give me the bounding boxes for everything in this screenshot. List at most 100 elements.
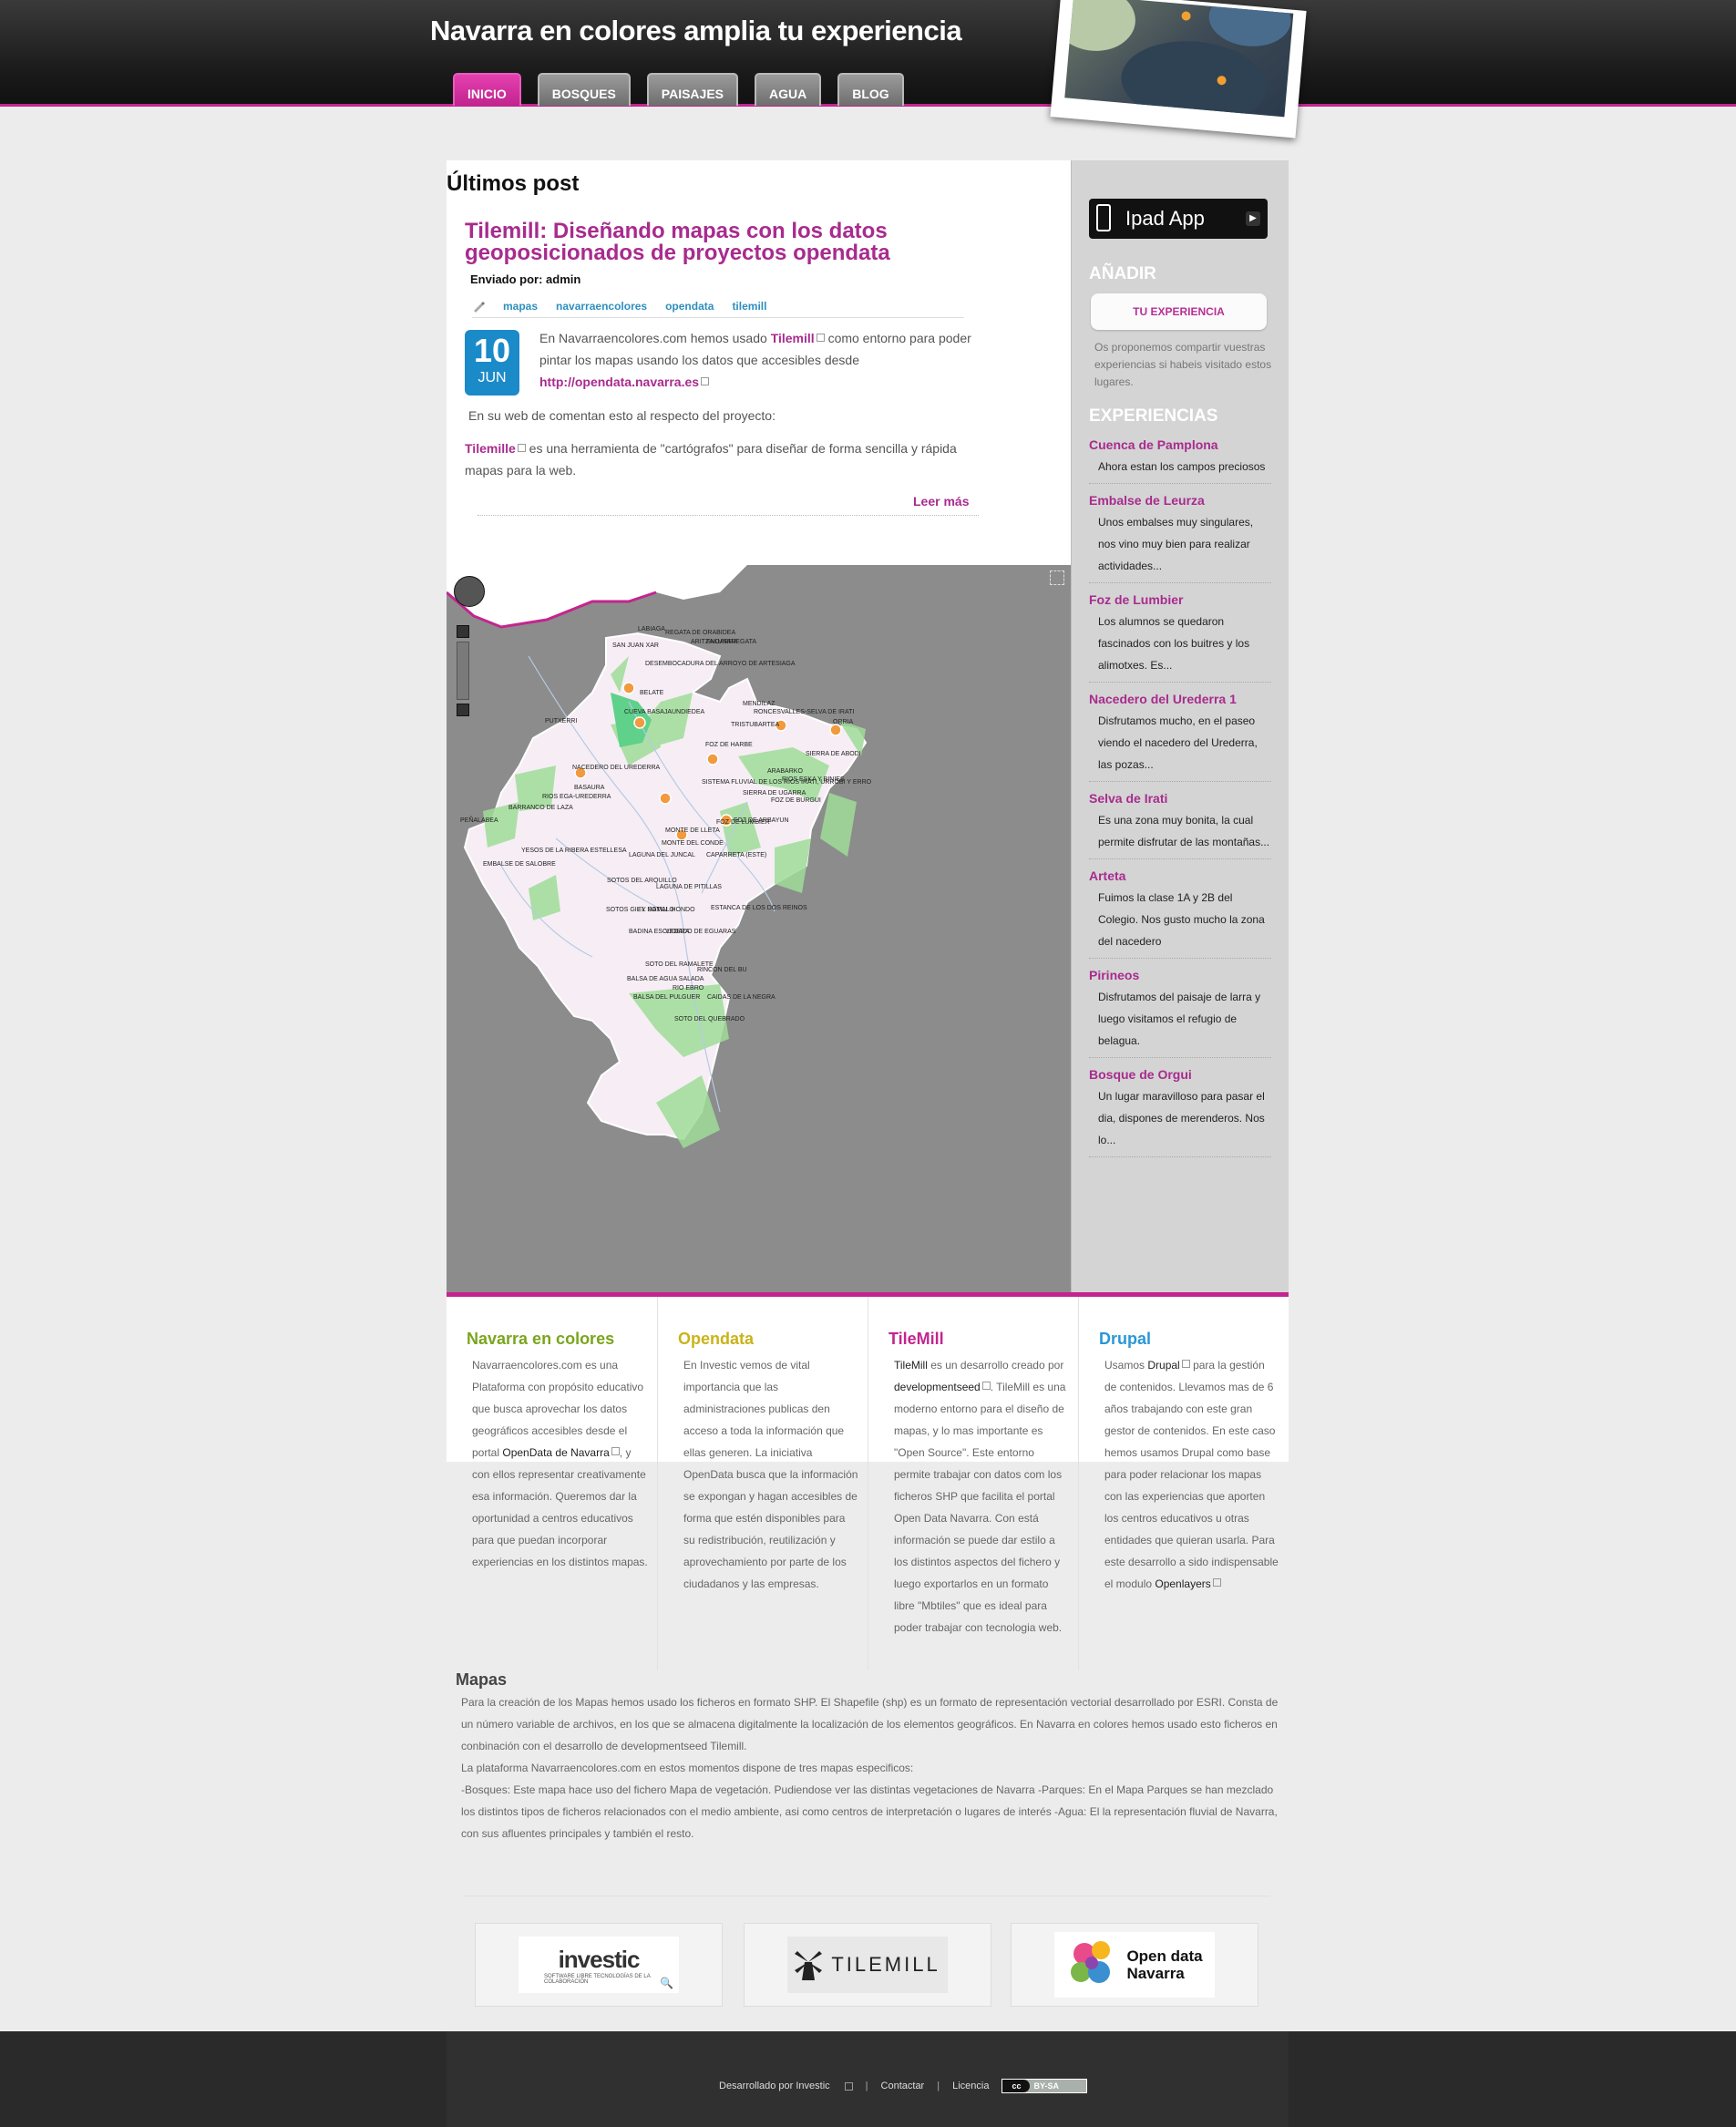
post-paragraph: En su web de comentan esto al respecto d… bbox=[468, 408, 776, 423]
tilemill-link[interactable]: Tilemill bbox=[771, 331, 815, 345]
experience-item: Nacedero del Urederra 1 Disfrutamos mucho… bbox=[1089, 690, 1271, 782]
separator: | bbox=[937, 2081, 940, 2091]
map-canvas[interactable]: LABIAGAREGATA DE ORABIDEAARITZAKUNAREGAT… bbox=[447, 565, 1071, 1292]
cc-license-badge[interactable]: cc BY-SA bbox=[1002, 2079, 1088, 2093]
svg-text:NACEDERO DEL UREDERRA: NACEDERO DEL UREDERRA bbox=[572, 765, 661, 771]
tilemille-link[interactable]: Tilemille bbox=[465, 441, 516, 456]
nav-tab-paisajes[interactable]: PAISAJES bbox=[646, 73, 739, 106]
experience-desc: Es una zona muy bonita, la cual permite … bbox=[1089, 807, 1271, 859]
footer-links: Desarrollado por Investic | Contactar | … bbox=[719, 2079, 1088, 2093]
openlayers-link[interactable]: Openlayers bbox=[1155, 1577, 1210, 1590]
svg-text:FOZ DE LUMBIER: FOZ DE LUMBIER bbox=[716, 819, 770, 826]
experience-title[interactable]: Bosque de Orgui bbox=[1089, 1065, 1271, 1084]
footer-text: es un desarrollo creado por bbox=[930, 1359, 1064, 1372]
svg-text:SIERRA DE UGARRA: SIERRA DE UGARRA bbox=[743, 790, 806, 796]
experience-title[interactable]: Selva de Irati bbox=[1089, 789, 1271, 807]
footer-col-text: Usamos Drupal para la gestión de conteni… bbox=[1099, 1354, 1279, 1595]
svg-text:LAGUNA DE PITILLAS: LAGUNA DE PITILLAS bbox=[656, 884, 722, 890]
footer-text: Usamos bbox=[1104, 1359, 1145, 1372]
nav-tab-blog[interactable]: BLOG bbox=[837, 73, 904, 106]
footer-text: . TileMill es una moderno entorno para e… bbox=[894, 1381, 1066, 1634]
tag-link[interactable]: tilemill bbox=[732, 300, 766, 313]
date-badge: 10 JUN bbox=[465, 330, 519, 396]
experience-title[interactable]: Cuenca de Pamplona bbox=[1089, 436, 1271, 454]
footer-col-navarra: Navarra en colores Navarraencolores.com … bbox=[447, 1297, 657, 1670]
opendata-navarra-logo-link[interactable]: Open data Navarra bbox=[1011, 1923, 1258, 2007]
svg-text:ARABARKO: ARABARKO bbox=[767, 768, 803, 775]
svg-text:LAGUNA DEL JUNCAL: LAGUNA DEL JUNCAL bbox=[629, 852, 695, 858]
site-title[interactable]: Navarra en colores amplia tu experiencia bbox=[430, 15, 962, 47]
svg-text:RIO EBRO: RIO EBRO bbox=[673, 985, 704, 992]
tilemill-logo-link[interactable]: TILEMILL bbox=[744, 1923, 991, 2007]
nav-tab-inicio[interactable]: INICIO bbox=[453, 73, 521, 106]
opendata-navarra-link[interactable]: OpenData de Navarra bbox=[502, 1446, 609, 1459]
svg-text:BALSA DEL PULGUER: BALSA DEL PULGUER bbox=[633, 994, 700, 1001]
svg-text:VEDADO DE EGUARAS: VEDADO DE EGUARAS bbox=[665, 929, 736, 935]
experience-item: Bosque de Orgui Un lugar maravilloso para… bbox=[1089, 1065, 1271, 1157]
svg-text:BASAURA: BASAURA bbox=[574, 785, 605, 791]
svg-text:FOZ DE BURGUI: FOZ DE BURGUI bbox=[771, 797, 821, 804]
separator: | bbox=[865, 2081, 868, 2091]
experience-title[interactable]: Pirineos bbox=[1089, 966, 1271, 984]
svg-text:RIOS ESKA Y BINIES: RIOS ESKA Y BINIES bbox=[782, 776, 845, 783]
sidebar: Ipad App ▶ AÑADIR TU EXPERIENCIA Os prop… bbox=[1071, 160, 1289, 1292]
experience-title[interactable]: Embalse de Leurza bbox=[1089, 491, 1271, 509]
read-more-link[interactable]: Leer más bbox=[913, 494, 969, 509]
footer-col-title: Opendata bbox=[678, 1330, 755, 1348]
experience-desc: Ahora estan los campos preciosos bbox=[1089, 454, 1271, 484]
nav-tab-bosques[interactable]: BOSQUES bbox=[537, 73, 631, 106]
opendata-logo-text: Navarra bbox=[1126, 1965, 1185, 1982]
svg-text:ENDARRA: ENDARRA bbox=[706, 639, 738, 645]
svg-text:EMBALSE DE SALOBRE: EMBALSE DE SALOBRE bbox=[483, 861, 556, 868]
zoom-out-button[interactable] bbox=[457, 704, 469, 716]
svg-text:BELATE: BELATE bbox=[640, 690, 664, 696]
opendata-url-link[interactable]: http://opendata.navarra.es bbox=[539, 375, 699, 389]
drupal-link[interactable]: Drupal bbox=[1147, 1359, 1179, 1372]
experience-title[interactable]: Nacedero del Urederra 1 bbox=[1089, 690, 1271, 708]
tilemill-footer-link[interactable]: TileMill bbox=[894, 1359, 928, 1372]
tag-link[interactable]: mapas bbox=[503, 300, 538, 313]
footer-col-text: Navarraencolores.com es una Plataforma c… bbox=[467, 1354, 648, 1573]
footer-text: Navarraencolores.com es una Plataforma c… bbox=[472, 1359, 644, 1459]
external-link-icon bbox=[844, 2081, 853, 2091]
developed-by-link[interactable]: Desarrollado por Investic bbox=[719, 2081, 830, 2091]
tag-icon bbox=[474, 302, 485, 313]
svg-text:MONTE DE LLETA: MONTE DE LLETA bbox=[665, 827, 720, 834]
windmill-icon bbox=[795, 1951, 823, 1980]
navarra-map[interactable]: LABIAGA REGATA DE ORABIDEA ARITZAKUNAREGAT… bbox=[447, 565, 1071, 1292]
header-map-photo bbox=[1050, 0, 1307, 139]
sidebar-intro: Os proponemos compartir vuestras experie… bbox=[1094, 341, 1272, 388]
experience-title[interactable]: Foz de Lumbier bbox=[1089, 591, 1271, 609]
cc-icon: cc bbox=[1002, 2080, 1031, 2092]
external-link-icon bbox=[611, 1447, 620, 1455]
map-pan-control[interactable] bbox=[454, 576, 485, 607]
experience-title[interactable]: Arteta bbox=[1089, 867, 1271, 885]
experience-desc: Unos embalses muy singulares, nos vino m… bbox=[1089, 509, 1271, 583]
fullscreen-icon[interactable] bbox=[1050, 570, 1064, 585]
footer-text: , y con ellos representar creativamente … bbox=[472, 1446, 648, 1568]
svg-text:MENDILAZ: MENDILAZ bbox=[743, 701, 776, 707]
tag-link[interactable]: navarraencolores bbox=[556, 300, 647, 313]
zoom-slider[interactable] bbox=[457, 642, 469, 700]
post-tags: mapas navarraencolores opendata tilemill bbox=[472, 295, 964, 318]
site-footer: Desarrollado por Investic | Contactar | … bbox=[0, 2031, 1736, 2127]
zoom-in-button[interactable] bbox=[457, 625, 469, 638]
nav-tab-agua[interactable]: AGUA bbox=[755, 73, 822, 106]
tag-link[interactable]: opendata bbox=[665, 300, 714, 313]
experience-item: Embalse de Leurza Unos embalses muy singu… bbox=[1089, 491, 1271, 583]
ipad-app-button[interactable]: Ipad App ▶ bbox=[1089, 199, 1268, 239]
developmentseed-link[interactable]: developmentseed bbox=[894, 1381, 981, 1393]
add-experience-button[interactable]: TU EXPERIENCIA bbox=[1091, 293, 1267, 330]
tilemill-logo: TILEMILL bbox=[787, 1937, 948, 1993]
experience-item: Cuenca de Pamplona Ahora estan los campos… bbox=[1089, 436, 1271, 484]
investic-logo-link[interactable]: investic SOFTWARE LIBRE TECNOLOGÍAS DE L… bbox=[475, 1923, 723, 2007]
post-title[interactable]: Tilemill: Diseñando mapas con los datos … bbox=[465, 221, 975, 264]
experience-desc: Disfrutamos del paisaje de larra y luego… bbox=[1089, 984, 1271, 1058]
opendata-logo-text: Open data bbox=[1126, 1947, 1203, 1965]
date-day: 10 bbox=[473, 332, 511, 369]
contact-link[interactable]: Contactar bbox=[881, 2081, 925, 2091]
svg-text:BARRANCO DE LAZA: BARRANCO DE LAZA bbox=[508, 805, 573, 811]
chevron-right-icon: ▶ bbox=[1246, 211, 1260, 226]
svg-text:PEÑALABEA: PEÑALABEA bbox=[460, 816, 498, 824]
phone-icon bbox=[1096, 204, 1111, 231]
